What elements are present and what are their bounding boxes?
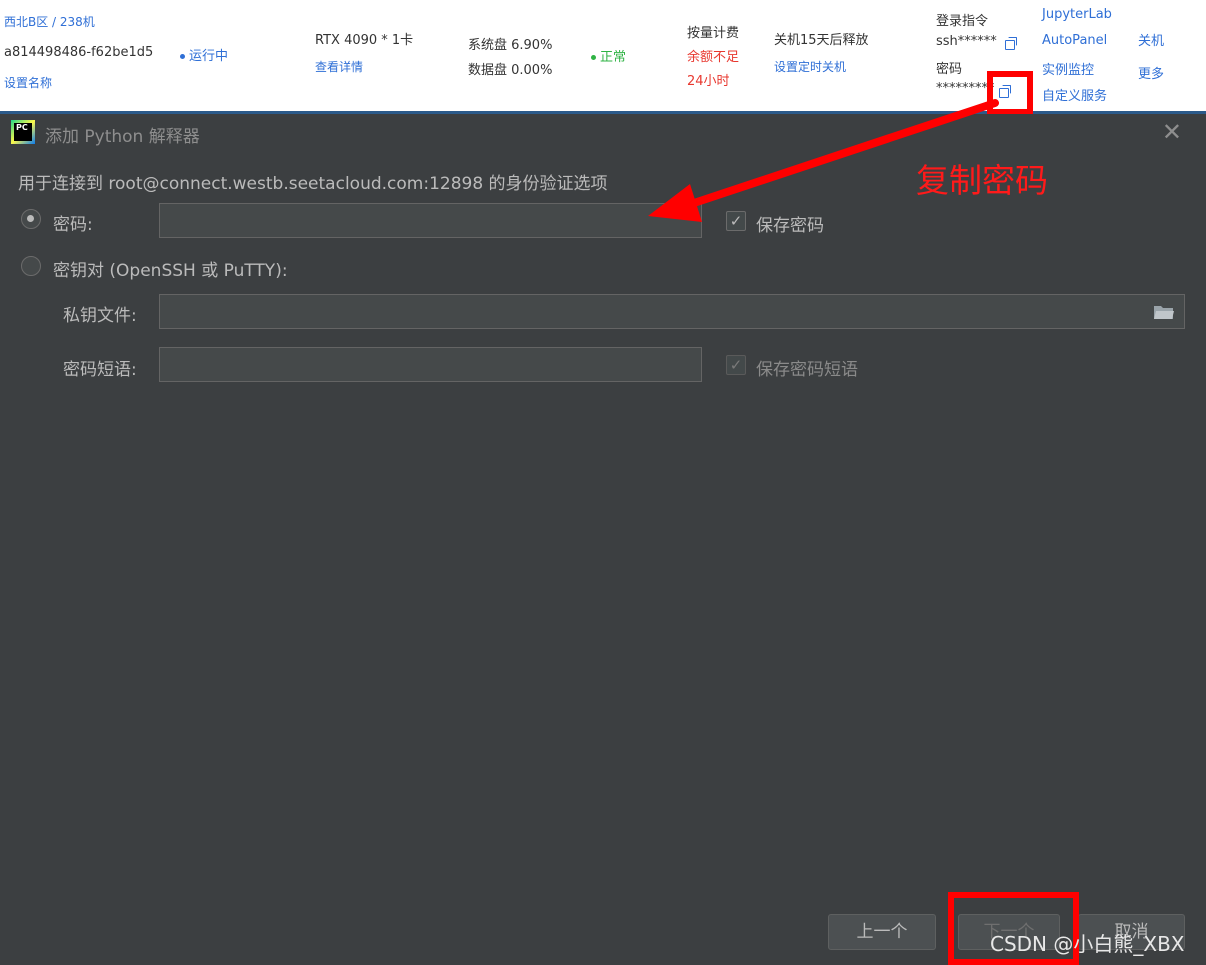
annotation-text: 复制密码 bbox=[916, 161, 1048, 200]
watermark: CSDN @小白熊_XBX bbox=[990, 932, 1185, 956]
annotation-arrow bbox=[648, 99, 999, 222]
